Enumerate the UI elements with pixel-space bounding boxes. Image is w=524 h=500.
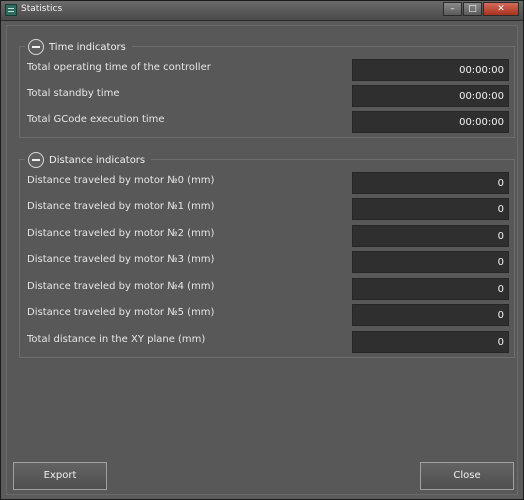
minimize-button[interactable]: – (443, 2, 462, 16)
stat-value-field[interactable]: 0 (352, 251, 509, 273)
collapse-icon[interactable] (28, 39, 44, 55)
stat-row: Distance traveled by motor №1 (mm) 0 (27, 198, 509, 220)
stat-row: Distance traveled by motor №3 (mm) 0 (27, 251, 509, 273)
app-icon (5, 4, 17, 16)
stat-value-field[interactable]: 0 (352, 304, 509, 326)
stat-label: Distance traveled by motor №1 (mm) (27, 201, 215, 212)
statistics-window: Statistics – □ ✕ Time indicators Total o… (0, 0, 524, 500)
distance-indicators-header: Distance indicators (25, 151, 152, 169)
stat-row: Total distance in the XY plane (mm) 0 (27, 331, 509, 353)
stat-value-field[interactable]: 0 (352, 331, 509, 353)
stat-label: Total standby time (27, 88, 120, 99)
window-title: Statistics (21, 4, 63, 14)
stat-value-field[interactable]: 0 (352, 225, 509, 247)
collapse-icon[interactable] (28, 152, 44, 168)
stat-row: Distance traveled by motor №5 (mm) 0 (27, 304, 509, 326)
stat-label: Total distance in the XY plane (mm) (27, 334, 206, 345)
stat-row: Total GCode execution time 00:00:00 (27, 111, 509, 133)
stat-row: Distance traveled by motor №2 (mm) 0 (27, 225, 509, 247)
stat-label: Distance traveled by motor №0 (mm) (27, 175, 215, 186)
group-title: Distance indicators (49, 154, 146, 166)
stat-row: Total operating time of the controller 0… (27, 59, 509, 81)
title-bar[interactable]: Statistics – □ ✕ (1, 1, 523, 21)
stat-value-field[interactable]: 0 (352, 278, 509, 300)
distance-indicators-group: Distance indicators Distance traveled by… (19, 151, 515, 358)
stat-label: Distance traveled by motor №4 (mm) (27, 281, 215, 292)
window-controls: – □ ✕ (442, 2, 519, 16)
export-button[interactable]: Export (13, 462, 107, 490)
stat-row: Distance traveled by motor №4 (mm) 0 (27, 278, 509, 300)
stat-label: Distance traveled by motor №3 (mm) (27, 254, 215, 265)
stat-label: Total operating time of the controller (27, 62, 211, 73)
maximize-button[interactable]: □ (463, 2, 482, 16)
stat-row: Total standby time 00:00:00 (27, 85, 509, 107)
stat-value-field[interactable]: 00:00:00 (352, 111, 509, 133)
client-area: Time indicators Total operating time of … (6, 25, 518, 495)
stat-row: Distance traveled by motor №0 (mm) 0 (27, 172, 509, 194)
close-button[interactable]: Close (420, 462, 514, 490)
stat-value-field[interactable]: 00:00:00 (352, 59, 509, 81)
stat-value-field[interactable]: 00:00:00 (352, 85, 509, 107)
stat-label: Distance traveled by motor №2 (mm) (27, 228, 215, 239)
stat-value-field[interactable]: 0 (352, 172, 509, 194)
stat-label: Distance traveled by motor №5 (mm) (27, 307, 215, 318)
stat-label: Total GCode execution time (27, 114, 165, 125)
stat-value-field[interactable]: 0 (352, 198, 509, 220)
close-window-button[interactable]: ✕ (483, 2, 519, 16)
time-indicators-header: Time indicators (25, 38, 132, 56)
group-title: Time indicators (49, 41, 126, 53)
time-indicators-group: Time indicators Total operating time of … (19, 38, 515, 138)
